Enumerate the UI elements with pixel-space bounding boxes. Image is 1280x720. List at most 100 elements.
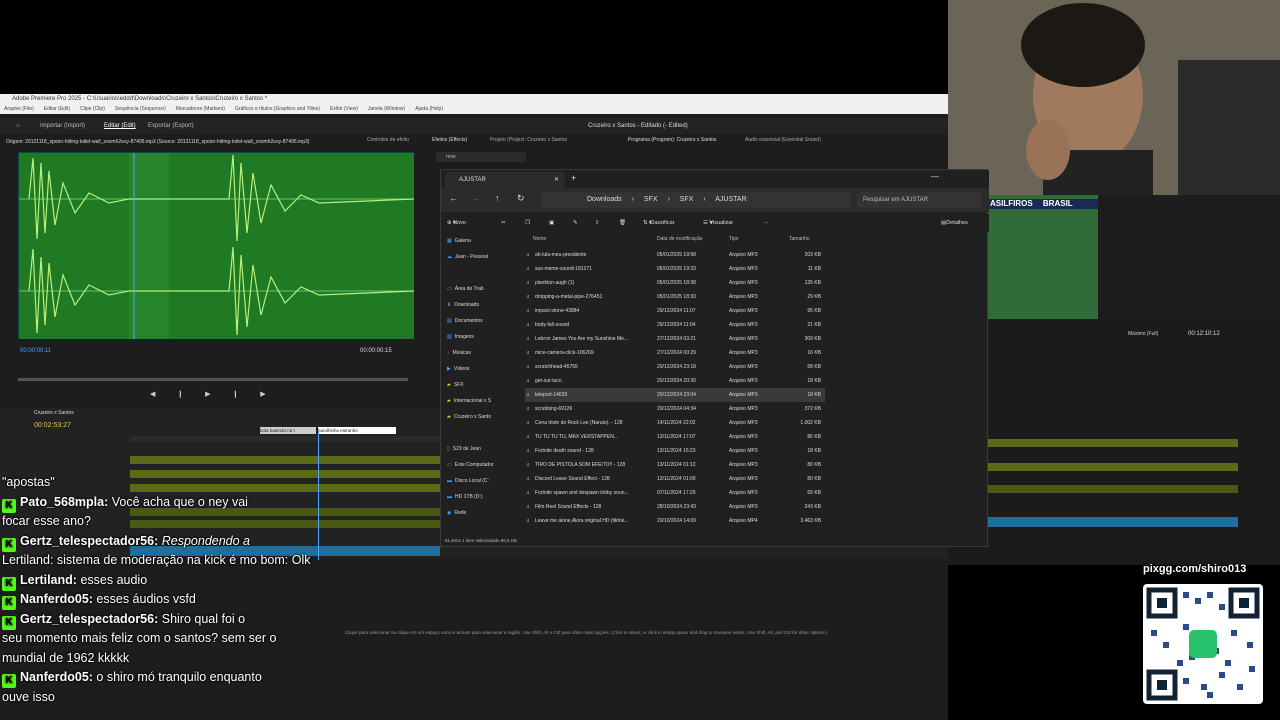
explorer-search-input[interactable]: Pesquisar em AJUSTAR (857, 192, 981, 208)
file-row[interactable]: ♫ ah-lula-meu-presidente 05/01/2025 19:58 A… (525, 248, 825, 262)
nav-item[interactable]: ▶ Vídeos (447, 366, 469, 372)
transport-controls[interactable]: ◀ ❙ ▶ ❙ ▶ (150, 390, 276, 398)
up-icon[interactable]: ↑ (495, 193, 500, 203)
more-icon[interactable]: ··· (763, 214, 769, 232)
right-audio-track[interactable] (988, 517, 1238, 527)
file-row[interactable]: ♫ Lebron James You Are my Sunshine Me... 2… (525, 332, 825, 346)
menu-item[interactable]: Gráficos e títulos (Graphics and Titles) (235, 106, 320, 112)
file-row[interactable]: ♫ teleport-14639 20/12/2024 23:04 Arquivo M… (525, 388, 825, 402)
new-tab-icon[interactable]: + (571, 173, 576, 183)
project-tab[interactable]: Projeto (Project: Cruzeiro x Santos (490, 137, 567, 143)
explorer-tab[interactable]: AJUSTAR ✕ (445, 172, 565, 188)
program-fit-select[interactable]: Máximo (Full) (1128, 331, 1158, 337)
clip-label-2[interactable]: barulhinho estranho (318, 427, 396, 434)
file-row[interactable]: ♫ plankton-augh (1) 05/01/2025 18:38 Arquiv… (525, 276, 825, 290)
nav-item[interactable]: ▭ Área de Trab (447, 286, 484, 292)
menu-item[interactable]: Janela (Window) (368, 106, 405, 112)
menu-item[interactable]: Marcadores (Markers) (176, 106, 225, 112)
file-row[interactable]: ♫ mice-camera-click-106269 27/12/2024 00:2… (525, 346, 825, 360)
file-row[interactable]: ♫ Fortnite death sound - 128 13/11/2024 16… (525, 444, 825, 458)
menu-item[interactable]: Arquivo (File) (4, 106, 34, 112)
breadcrumb-sfx-2[interactable]: SFX (680, 196, 694, 203)
copy-icon[interactable]: ❐ (525, 214, 530, 232)
address-bar[interactable]: Downloads › SFX › SFX › AJUSTAR (541, 192, 851, 208)
nav-item[interactable]: ⬇ Downloads (447, 302, 479, 308)
program-tab[interactable]: Programa (Program): Cruzeiro x Santos (628, 137, 716, 143)
file-row[interactable]: ♫ Cena triste do Rock Lee (Naruto). - 128… (525, 416, 825, 430)
sort-button[interactable]: ⇅ Classificar ▾ (643, 214, 675, 232)
source-panel-tab[interactable]: Origem: 20131118_spoon-hitting-toilet-wa… (0, 137, 430, 147)
effects-tab[interactable]: Efeitos (Effects) (432, 137, 467, 143)
menu-item[interactable]: Editar (Edit) (44, 106, 70, 112)
file-row[interactable]: ♫ dropping-a-metal-pipe-276451 05/01/2025 … (525, 290, 825, 304)
details-button[interactable]: ▤ Detalhes (941, 214, 968, 232)
file-row[interactable]: ♫ body-fall-sound 29/12/2024 11:04 Arquivo … (525, 318, 825, 332)
nav-item[interactable]: ▰ SFX (447, 382, 464, 388)
minimize-icon[interactable]: — (931, 172, 939, 181)
right-video-track-3[interactable] (988, 485, 1238, 493)
breadcrumb-ajustar[interactable]: AJUSTAR (715, 196, 746, 203)
nav-item[interactable]: ▬ Disco Local (C: (447, 478, 489, 484)
nav-item[interactable]: ▦ Galeria (447, 238, 471, 244)
file-row[interactable]: ♫ TIRO DE PISTOLA SOM EFEITO!! - 128 13/11… (525, 458, 825, 472)
refresh-icon[interactable]: ↻ (517, 193, 525, 204)
file-row[interactable]: ♫ impact-stone-43884 29/12/2024 11:07 Arqui… (525, 304, 825, 318)
time-ruler[interactable] (130, 436, 440, 442)
paste-icon[interactable]: ▣ (549, 214, 554, 232)
file-row[interactable]: ♫ Film Reel Sound Effects - 128 28/10/2024… (525, 500, 825, 514)
column-type[interactable]: Tipo (729, 236, 739, 242)
program-monitor[interactable]: ASILFIROS BRASIL (988, 195, 1280, 320)
essential-sound-tab[interactable]: Áudio essencial (Essential Sound) (745, 137, 821, 143)
file-row[interactable]: ♫ get-out-tuco 20/12/2024 20:30 Arquivo MP3… (525, 374, 825, 388)
tab-edit[interactable]: Editar (Edit) (104, 118, 136, 134)
clip-label-1[interactable]: bola batendo na t (260, 427, 316, 434)
tab-export[interactable]: Exportar (Export) (148, 118, 194, 134)
menu-item[interactable]: Clipe (Clip) (80, 106, 105, 112)
project-search-input[interactable]: reve (436, 152, 526, 162)
rename-icon[interactable]: ✎ (573, 214, 578, 232)
right-video-track[interactable] (988, 439, 1238, 447)
nav-item[interactable]: ◉ Rede (447, 510, 466, 516)
column-size[interactable]: Tamanho (789, 236, 810, 242)
new-button[interactable]: ⊕ Novo ▾ (447, 214, 466, 232)
file-row[interactable]: ♫ Fortnite spawn and despawn lobby soun..… (525, 486, 825, 500)
tab-import[interactable]: Importar (Import) (40, 118, 85, 134)
menu-item[interactable]: Exibir (View) (330, 106, 358, 112)
nav-item[interactable]: ▤ Documentos (447, 318, 483, 324)
file-row[interactable]: ♫ TU TU TU TU, MAX VERSTAPPEN... 13/11/202… (525, 430, 825, 444)
menu-item[interactable]: Ajuda (Help) (415, 106, 443, 112)
forward-icon[interactable]: → (471, 193, 480, 203)
audio-waveform[interactable] (18, 152, 415, 339)
effect-controls-tab[interactable]: Controles de efeito (367, 137, 409, 143)
close-tab-icon[interactable]: ✕ (554, 172, 559, 188)
chat-message: K Gertz_telespectador56: Respondendo a (2, 533, 250, 552)
breadcrumb-downloads[interactable]: Downloads (587, 196, 622, 203)
cut-icon[interactable]: ✂ (501, 214, 506, 232)
nav-item[interactable]: ▬ HD 1TB (D:) (447, 494, 483, 500)
nav-item[interactable]: ▨ Imagens (447, 334, 474, 340)
nav-item[interactable]: ▭ Este Computador (447, 462, 494, 468)
video-track-1[interactable] (130, 456, 440, 464)
file-row[interactable]: ♫ scrubbing-69126 20/12/2024 04:34 Arquivo … (525, 402, 825, 416)
nav-item[interactable]: ▰ Cruzeiro x Santo (447, 414, 491, 420)
home-icon[interactable]: ⌂ (16, 118, 20, 134)
nav-item[interactable]: ☁ Jean - Pessoal (447, 254, 488, 260)
source-scrubber[interactable] (18, 378, 408, 381)
column-date[interactable]: Data de modificação (657, 236, 703, 242)
menu-item[interactable]: Sequência (Sequence) (115, 106, 166, 112)
nav-item[interactable]: ▰ Internacional x S (447, 398, 491, 404)
delete-icon[interactable]: 🗑 (619, 214, 626, 232)
view-button[interactable]: ☰ Visualizar ▾ (703, 214, 733, 232)
nav-item[interactable]: ▯ S23 de Jean (447, 446, 481, 452)
file-row[interactable]: ♫ sus-meme-sound-181271 05/01/2025 19:33 Ar… (525, 262, 825, 276)
file-row[interactable]: ♫ Discord Leave Sound Effect - 128 13/11/2… (525, 472, 825, 486)
file-row[interactable]: ♫ scratchhead-45755 20/12/2024 23:18 Arquiv… (525, 360, 825, 374)
file-row[interactable]: ♫ Leave me alone,Akira original HD (tikto… (525, 514, 825, 528)
column-name[interactable]: Nome (533, 236, 546, 242)
right-video-track-2[interactable] (988, 463, 1238, 471)
back-icon[interactable]: ← (449, 193, 458, 203)
file-explorer-window[interactable]: AJUSTAR ✕ + — ← → ↑ ↻ Downloads › SFX › … (440, 169, 989, 547)
breadcrumb-sfx[interactable]: SFX (644, 196, 658, 203)
share-icon[interactable]: ⇪ (595, 214, 600, 232)
nav-item[interactable]: ♪ Músicas (447, 350, 471, 356)
